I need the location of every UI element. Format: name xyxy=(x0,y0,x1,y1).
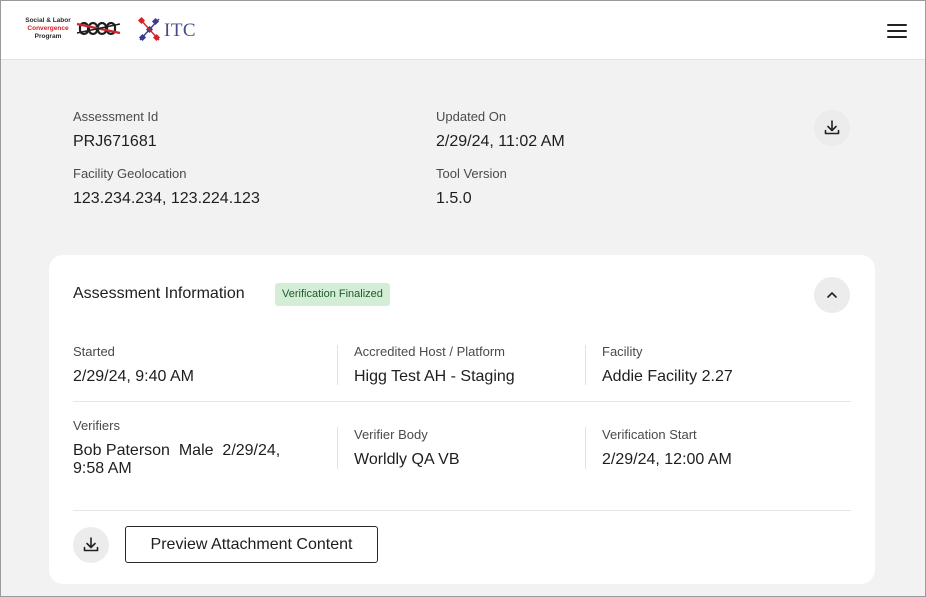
verification-start-value: 2/29/24, 12:00 AM xyxy=(602,451,732,468)
assessment-id-value: PRJ671681 xyxy=(73,133,157,150)
column-divider xyxy=(585,427,586,469)
verifier-body-value: Worldly QA VB xyxy=(354,451,460,468)
download-icon xyxy=(83,537,99,552)
summary-download-button[interactable] xyxy=(814,110,850,146)
facility-geolocation-value: 123.234.234, 123.224.123 xyxy=(73,190,260,207)
updated-on-label: Updated On xyxy=(436,109,507,124)
collapse-button[interactable] xyxy=(814,277,850,313)
assessment-id-label: Assessment Id xyxy=(73,109,159,124)
slcp-logo-line2: Convergence xyxy=(27,25,69,32)
started-label: Started xyxy=(73,344,115,359)
facility-value: Addie Facility 2.27 xyxy=(602,368,733,385)
verifier-body-label: Verifier Body xyxy=(354,427,428,442)
tool-version-label: Tool Version xyxy=(436,166,507,181)
slcp-logo-line3: Program xyxy=(34,33,62,40)
itc-logo-text: ITC xyxy=(164,20,197,41)
facility-geolocation-label: Facility Geolocation xyxy=(73,166,187,181)
column-divider xyxy=(337,427,338,469)
top-bar: Social & Labor Convergence Program ITC xyxy=(1,1,925,60)
itc-logo[interactable]: ITC xyxy=(137,16,199,43)
hamburger-menu-icon[interactable] xyxy=(887,23,907,39)
verification-start-label: Verification Start xyxy=(602,427,697,442)
verifiers-label: Verifiers xyxy=(73,418,120,433)
chevron-up-icon xyxy=(827,292,837,298)
updated-on-value: 2/29/24, 11:02 AM xyxy=(436,133,565,150)
column-divider xyxy=(585,345,586,385)
assessment-information-card: Assessment Information Verification Fina… xyxy=(49,255,875,584)
column-divider xyxy=(337,345,338,385)
slcp-logo[interactable]: Social & Labor Convergence Program xyxy=(20,16,122,42)
accredited-host-label: Accredited Host / Platform xyxy=(354,344,505,359)
status-badge: Verification Finalized xyxy=(275,283,390,306)
itc-mark-icon xyxy=(137,16,161,42)
slcp-logo-text: Social & Labor Convergence Program xyxy=(20,17,76,41)
slcp-mark-icon xyxy=(76,21,121,36)
verifiers-value: Bob Paterson Male 2/29/24, 9:58 AM xyxy=(73,442,285,477)
preview-attachment-content-button[interactable]: Preview Attachment Content xyxy=(125,526,378,563)
download-icon xyxy=(824,120,840,135)
attachment-download-button[interactable] xyxy=(73,527,109,563)
row-divider xyxy=(73,401,851,402)
assessment-information-title: Assessment Information xyxy=(73,285,245,302)
row-divider xyxy=(73,510,851,511)
facility-label: Facility xyxy=(602,344,643,359)
tool-version-value: 1.5.0 xyxy=(436,190,472,207)
started-value: 2/29/24, 9:40 AM xyxy=(73,368,194,385)
slcp-logo-line1: Social & Labor xyxy=(25,17,71,24)
accredited-host-value: Higg Test AH - Staging xyxy=(354,368,515,385)
